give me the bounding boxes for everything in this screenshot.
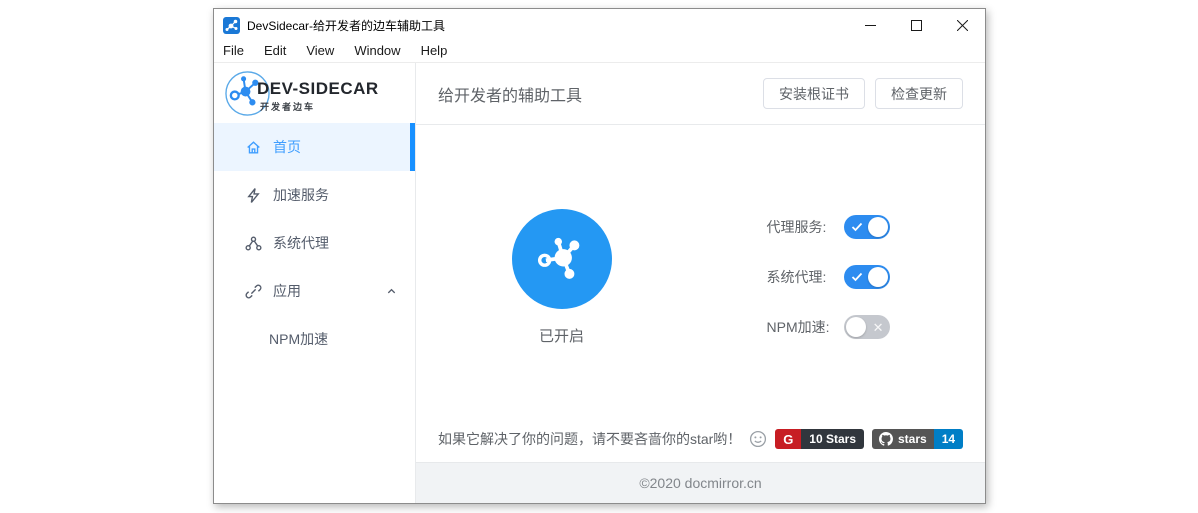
logo-title: DEV-SIDECAR [257,79,379,99]
page-header: 给开发者的辅助工具 安装根证书 检查更新 [416,63,985,125]
status-group: 已开启 [512,209,612,346]
menu-view[interactable]: View [296,43,344,60]
header-buttons: 安装根证书 检查更新 [763,78,963,109]
app-window: DevSidecar-给开发者的边车辅助工具 File Edit View Wi… [213,8,986,504]
chevron-up-icon [386,286,397,297]
maximize-button[interactable] [893,9,939,41]
sidebar-item-apps[interactable]: 应用 [214,267,415,315]
menu-help[interactable]: Help [411,43,458,60]
titlebar: DevSidecar-给开发者的边车辅助工具 [214,9,985,41]
lightning-icon [245,187,262,204]
minimize-button[interactable] [847,9,893,41]
main-panel: 给开发者的辅助工具 安装根证书 检查更新 [416,63,985,503]
logo-text: DEV-SIDECAR 开发者边车 [257,79,379,113]
sidebar-item-system-proxy[interactable]: 系统代理 [214,219,415,267]
system-proxy-toggle[interactable] [844,265,890,289]
app-icon [223,17,240,34]
link-icon [245,283,262,300]
gitee-stars-count: 10 Stars [801,429,864,449]
star-message: 如果它解决了你的问题，请不要吝啬你的star哟！ [438,429,741,449]
copyright: ©2020 docmirror.cn [639,475,761,491]
github-stars-badge[interactable]: stars 14 [872,429,963,449]
sidebar-nav: 首页 加速服务 系统代理 [214,123,415,363]
home-icon [245,139,262,156]
maximize-icon [911,20,922,31]
logo: DEV-SIDECAR 开发者边车 [214,63,415,123]
toggle-knob [868,267,888,287]
toggle-label: 代理服务: [767,217,836,237]
sidebar-item-label: 首页 [273,137,301,157]
sidebar-item-label: 加速服务 [273,185,329,205]
share-nodes-icon [245,235,262,252]
github-stars-count: 14 [934,429,963,449]
gitee-icon: G [775,429,801,449]
molecule-icon [531,228,593,290]
sidebar-item-label: 应用 [273,281,301,301]
sidebar-item-acceleration[interactable]: 加速服务 [214,171,415,219]
sidebar: DEV-SIDECAR 开发者边车 首页 加速服务 [214,63,416,503]
install-root-cert-button[interactable]: 安装根证书 [763,78,865,109]
check-update-button[interactable]: 检查更新 [875,78,963,109]
menu-window[interactable]: Window [344,43,410,60]
close-button[interactable] [939,9,985,41]
app-body: DEV-SIDECAR 开发者边车 首页 加速服务 [214,63,985,503]
status-label: 已开启 [539,325,584,346]
npm-acceleration-toggle[interactable]: ✕ [844,315,890,339]
check-icon [851,215,863,239]
menu-file[interactable]: File [223,43,254,60]
sidebar-item-label: NPM加速 [269,329,328,349]
proxy-service-row: 代理服务: [767,215,890,239]
toggle-label: NPM加速: [767,317,836,337]
sidebar-item-home[interactable]: 首页 [214,123,415,171]
toggle-knob [868,217,888,237]
page-footer: ©2020 docmirror.cn [416,462,985,503]
check-icon [851,265,863,289]
menu-edit[interactable]: Edit [254,43,296,60]
close-icon [957,20,968,31]
system-proxy-row: 系统代理: [767,265,890,289]
logo-subtitle: 开发者边车 [260,100,379,113]
github-icon [879,432,893,446]
power-toggle-button[interactable] [512,209,612,309]
star-row: 如果它解决了你的问题，请不要吝啬你的star哟！ G 10 Stars [416,429,985,462]
toggle-list: 代理服务: 系统代理: [767,215,890,339]
minimize-icon [865,20,876,31]
content: 已开启 代理服务: 系统代理: [416,125,985,429]
npm-acceleration-row: NPM加速: ✕ [767,315,890,339]
gitee-stars-badge[interactable]: G 10 Stars [775,429,864,449]
sidebar-item-npm[interactable]: NPM加速 [214,315,415,363]
smiley-icon [749,430,767,448]
toggle-label: 系统代理: [767,267,836,287]
window-title: DevSidecar-给开发者的边车辅助工具 [247,17,445,34]
toggle-knob [846,317,866,337]
sidebar-item-label: 系统代理 [273,233,329,253]
menubar: File Edit View Window Help [214,41,985,63]
window-controls [847,9,985,41]
github-stars-label: stars [898,432,927,446]
cross-icon: ✕ [873,315,884,339]
page-title: 给开发者的辅助工具 [438,82,582,106]
proxy-service-toggle[interactable] [844,215,890,239]
